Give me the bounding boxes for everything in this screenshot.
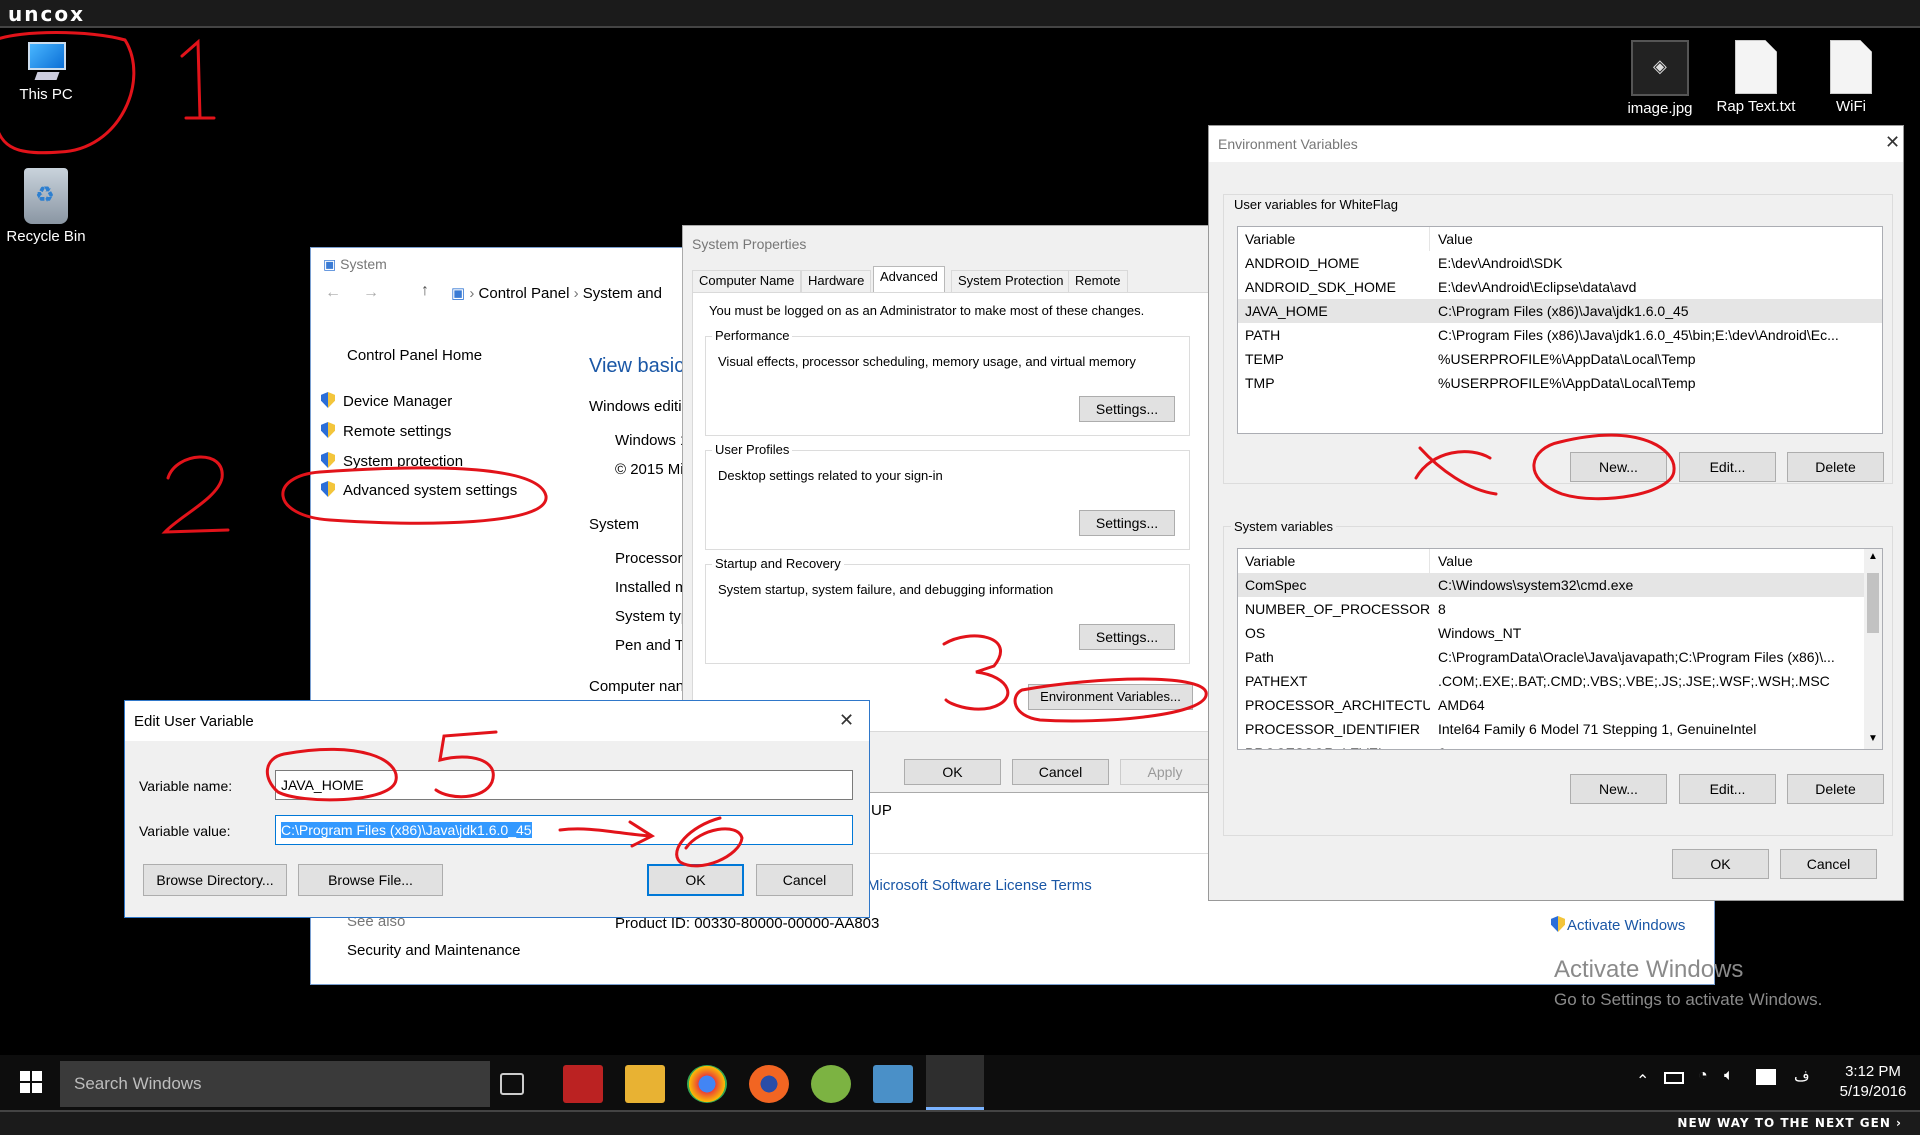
annotation-number-4 (1414, 446, 1498, 496)
volume-icon[interactable]: 🔈︎ (1724, 1067, 1734, 1085)
annotation-number-5 (434, 730, 498, 799)
annotation-number-3 (942, 634, 1010, 711)
battery-icon[interactable] (1664, 1072, 1684, 1084)
system-properties-taskbar-icon[interactable] (926, 1055, 984, 1110)
annotation-circle-advanced-settings (281, 466, 548, 525)
input-language[interactable]: ف (1794, 1067, 1810, 1085)
annotation-circle-java-home (266, 747, 398, 802)
clock-time: 3:12 PM (1845, 1063, 1901, 1080)
annotation-circle-new-button (1532, 433, 1676, 501)
network-icon[interactable]: ◔ (1698, 1067, 1708, 1085)
annotation-circle-this-pc (0, 31, 136, 155)
firefox-icon[interactable] (749, 1065, 789, 1103)
app-icon-pinned-1[interactable] (563, 1065, 603, 1103)
clock-date: 5/19/2016 (1839, 1083, 1907, 1100)
control-panel-icon[interactable] (873, 1065, 913, 1103)
action-center-icon[interactable] (1756, 1069, 1776, 1085)
taskbar: Search Windows ⌃ ◔ 🔈︎ ف 3:12 PM 5/19/201… (0, 1055, 1920, 1110)
chrome-icon[interactable] (687, 1065, 727, 1103)
chevron-up-icon[interactable]: ⌃ (1636, 1071, 1649, 1091)
slogan: NEW WAY TO THE NEXT GEN › (1677, 1116, 1902, 1130)
annotation-circle-env-button (1013, 677, 1208, 723)
annotation-number-6 (675, 816, 744, 868)
annotation-number-2 (161, 455, 230, 534)
file-explorer-icon[interactable] (625, 1065, 665, 1103)
bottom-banner: NEW WAY TO THE NEXT GEN › (0, 1110, 1920, 1135)
windows-logo-icon (20, 1071, 42, 1093)
annotation-overlay (0, 31, 1676, 868)
taskbar-search-box[interactable]: Search Windows (60, 1061, 490, 1107)
clock[interactable]: 3:12 PM 5/19/2016 (1836, 1063, 1910, 1100)
annotation-arrow (558, 820, 656, 848)
start-button[interactable] (20, 1071, 42, 1093)
android-studio-icon[interactable] (811, 1065, 851, 1103)
task-view-icon[interactable] (500, 1073, 524, 1095)
annotation-number-1 (180, 38, 216, 120)
